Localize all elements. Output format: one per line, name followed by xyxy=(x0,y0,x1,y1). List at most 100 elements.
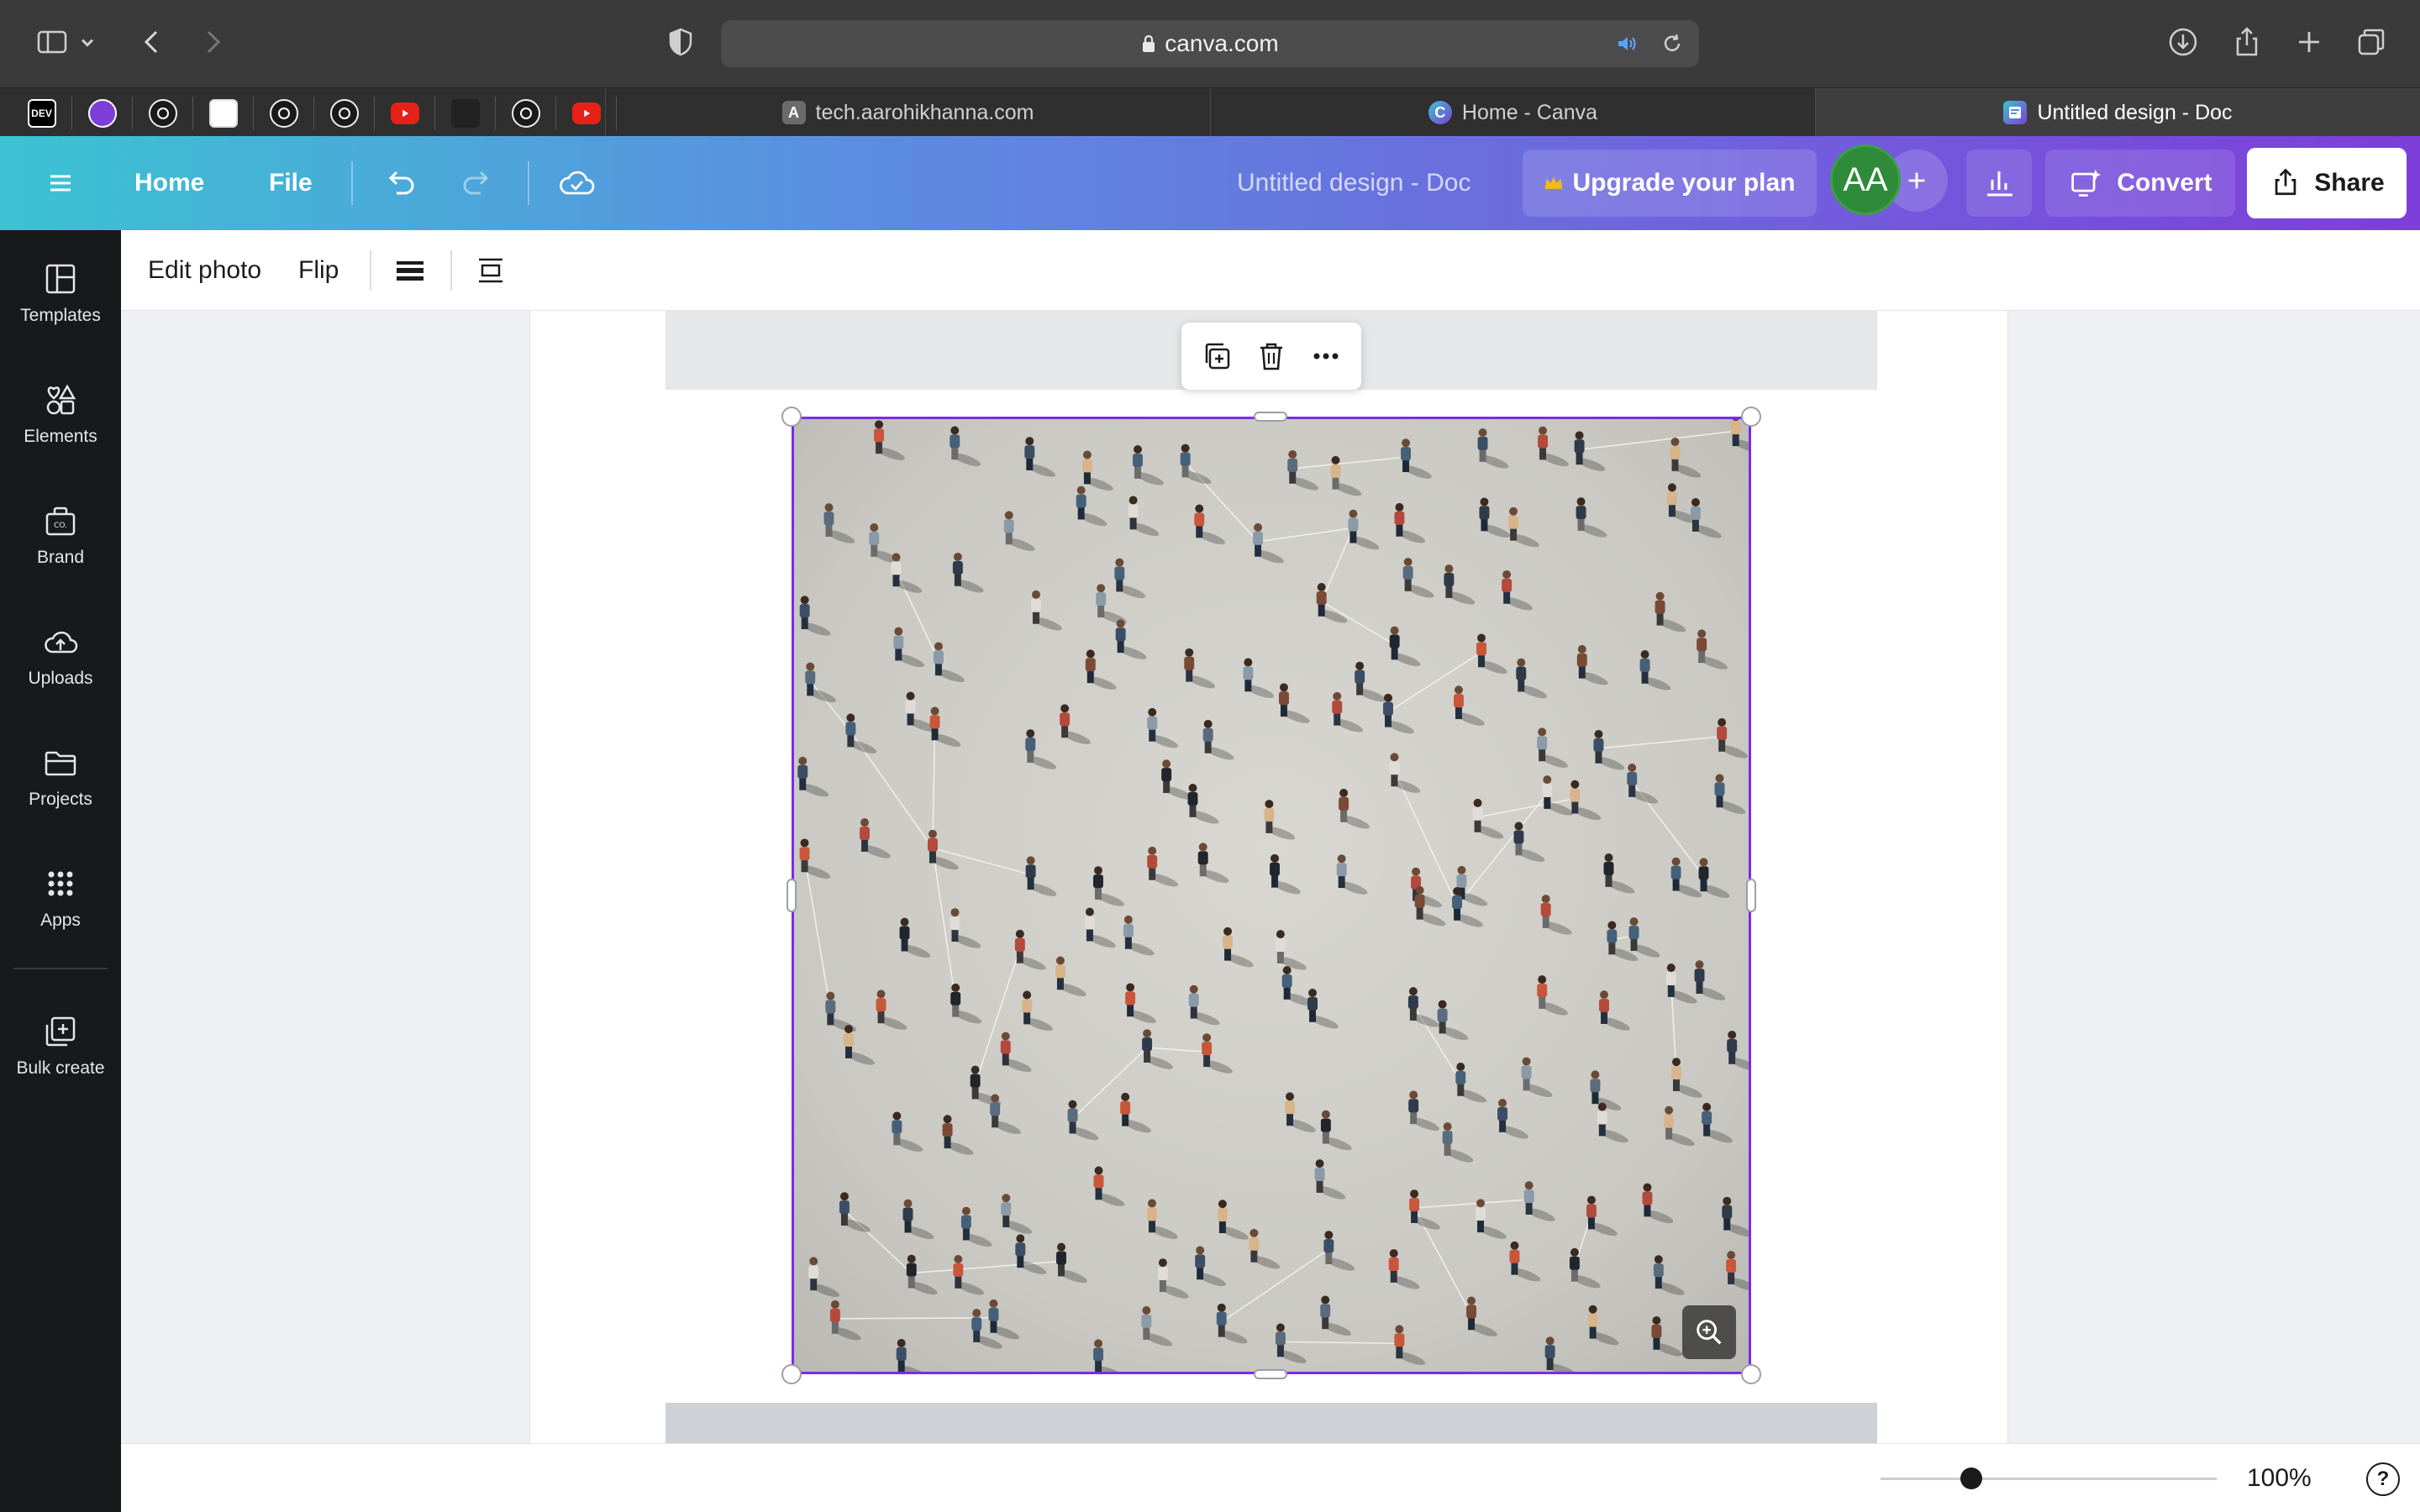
zoom-in-icon[interactable] xyxy=(1682,1305,1736,1359)
context-toolbar: Edit photo Flip xyxy=(121,230,2420,311)
audio-playing-icon[interactable] xyxy=(1615,32,1639,55)
toolbar-divider xyxy=(370,250,371,291)
resize-handle-bottom-right[interactable] xyxy=(1741,1364,1761,1384)
app-icon xyxy=(450,99,480,128)
redo-icon[interactable] xyxy=(459,136,496,230)
pinned-tab[interactable] xyxy=(314,97,375,130)
tab-overview-icon[interactable] xyxy=(2353,24,2390,60)
file-menu[interactable]: File xyxy=(269,136,313,230)
sidebar-item-label: Templates xyxy=(20,306,101,325)
pinned-tab[interactable] xyxy=(375,97,435,130)
tab-label: Untitled design - Doc xyxy=(2037,100,2233,124)
toolbar-divider xyxy=(450,250,452,291)
browser-toolbar: canva.com xyxy=(0,0,2420,87)
hamburger-icon[interactable] xyxy=(44,136,77,230)
pinned-tab[interactable] xyxy=(435,97,496,130)
youtube-icon xyxy=(390,102,419,124)
share-page-icon[interactable] xyxy=(2228,24,2265,60)
sidebar-item-bulk-create[interactable]: Bulk create xyxy=(0,1013,121,1114)
sidebar-item-projects[interactable]: Projects xyxy=(0,744,121,845)
sidebar-item-elements[interactable]: Elements xyxy=(0,381,121,482)
sidebar-item-templates[interactable]: Templates xyxy=(0,260,121,361)
chatgpt-icon xyxy=(269,99,298,128)
convert-label: Convert xyxy=(2117,169,2212,197)
zoom-slider-track[interactable] xyxy=(1881,1478,2217,1480)
header-divider xyxy=(351,161,353,205)
pinned-tab[interactable] xyxy=(496,97,556,130)
document-title[interactable]: Untitled design - Doc xyxy=(1237,136,1470,230)
element-float-toolbar xyxy=(1181,323,1361,390)
url-text: canva.com xyxy=(1165,30,1279,56)
resize-handle-top-left[interactable] xyxy=(781,407,802,427)
pinned-tab[interactable] xyxy=(254,97,314,130)
new-tab-icon[interactable] xyxy=(2291,24,2328,60)
tab-tech-aarohikhanna[interactable]: A tech.aarohikhanna.com xyxy=(605,88,1210,137)
sidebar-item-apps[interactable]: Apps xyxy=(0,865,121,966)
header-divider xyxy=(528,161,529,205)
cloud-saved-icon[interactable] xyxy=(556,136,597,230)
convert-button[interactable]: Convert xyxy=(2045,150,2235,217)
upgrade-label: Upgrade your plan xyxy=(1572,169,1796,197)
sidebar-item-uploads[interactable]: Uploads xyxy=(0,623,121,724)
reload-icon[interactable] xyxy=(1660,32,1684,55)
more-options-icon[interactable] xyxy=(1309,339,1343,373)
avatar[interactable]: AA xyxy=(1830,144,1901,215)
projects-icon xyxy=(45,751,76,776)
trash-icon[interactable] xyxy=(1255,339,1288,373)
canva-header: Home File Untitled design - Doc Upgrade … xyxy=(0,136,2420,230)
resize-handle-right[interactable] xyxy=(1746,879,1756,912)
privacy-shield-icon[interactable] xyxy=(662,24,699,60)
resize-handle-bottom-left[interactable] xyxy=(781,1364,802,1384)
templates-icon xyxy=(45,264,76,294)
tab-untitled-design[interactable]: Untitled design - Doc xyxy=(1815,88,2420,137)
resize-handle-bottom[interactable] xyxy=(1254,1369,1287,1379)
duplicate-icon[interactable] xyxy=(1200,339,1234,373)
zoom-slider-knob[interactable] xyxy=(1960,1467,1982,1489)
bottom-bar: 100% ? xyxy=(121,1443,2420,1512)
share-button[interactable]: Share xyxy=(2247,148,2407,218)
dev-icon: DEV xyxy=(27,99,56,128)
sidebar-toggle-icon[interactable] xyxy=(34,24,71,60)
help-button[interactable]: ? xyxy=(2366,1462,2400,1496)
doc-favicon-icon xyxy=(2003,101,2028,124)
canva-pin-icon xyxy=(87,99,117,128)
github-icon xyxy=(511,99,540,128)
position-icon[interactable] xyxy=(474,230,508,311)
resize-handle-top-right[interactable] xyxy=(1741,407,1761,427)
github-icon xyxy=(329,99,359,128)
selected-photo[interactable] xyxy=(792,417,1751,1374)
crown-icon xyxy=(1545,176,1563,189)
home-menu[interactable]: Home xyxy=(134,136,204,230)
undo-icon[interactable] xyxy=(381,136,418,230)
pinned-tab[interactable] xyxy=(133,97,193,130)
sidebar-item-brand[interactable]: CO. Brand xyxy=(0,502,121,603)
border-weight-icon[interactable] xyxy=(393,230,427,311)
magic-convert-icon xyxy=(2071,169,2102,197)
lock-icon xyxy=(1143,34,1155,52)
pinned-tab[interactable] xyxy=(72,97,133,130)
sidebar-item-label: Apps xyxy=(40,911,81,930)
forward-icon[interactable] xyxy=(193,24,230,60)
tab-home-canva[interactable]: C Home - Canva xyxy=(1210,88,1815,137)
pinned-tab[interactable] xyxy=(193,97,254,130)
canvas-area[interactable] xyxy=(121,311,2420,1443)
address-bar[interactable]: canva.com xyxy=(721,20,1699,67)
share-icon xyxy=(2275,168,2296,196)
back-icon[interactable] xyxy=(134,24,171,60)
downloads-icon[interactable] xyxy=(2165,24,2202,60)
bulk-create-icon xyxy=(45,1016,76,1047)
pinned-tabs: DEV xyxy=(12,97,617,130)
sidebar-item-label: Projects xyxy=(29,790,92,809)
edit-photo-button[interactable]: Edit photo xyxy=(148,230,261,311)
upgrade-plan-button[interactable]: Upgrade your plan xyxy=(1523,150,1817,217)
resize-handle-left[interactable] xyxy=(786,879,797,912)
analytics-icon[interactable] xyxy=(1966,150,2032,217)
sidebar-divider xyxy=(13,968,108,969)
resize-handle-top[interactable] xyxy=(1254,412,1287,422)
flip-button[interactable]: Flip xyxy=(298,230,339,311)
zoom-level[interactable]: 100% xyxy=(2247,1444,2312,1512)
chevron-down-icon[interactable] xyxy=(77,24,97,60)
pinned-tab[interactable]: DEV xyxy=(12,97,72,130)
canva-favicon-icon: C xyxy=(1428,101,1452,124)
gray-shape-bottom[interactable] xyxy=(666,1403,1877,1443)
